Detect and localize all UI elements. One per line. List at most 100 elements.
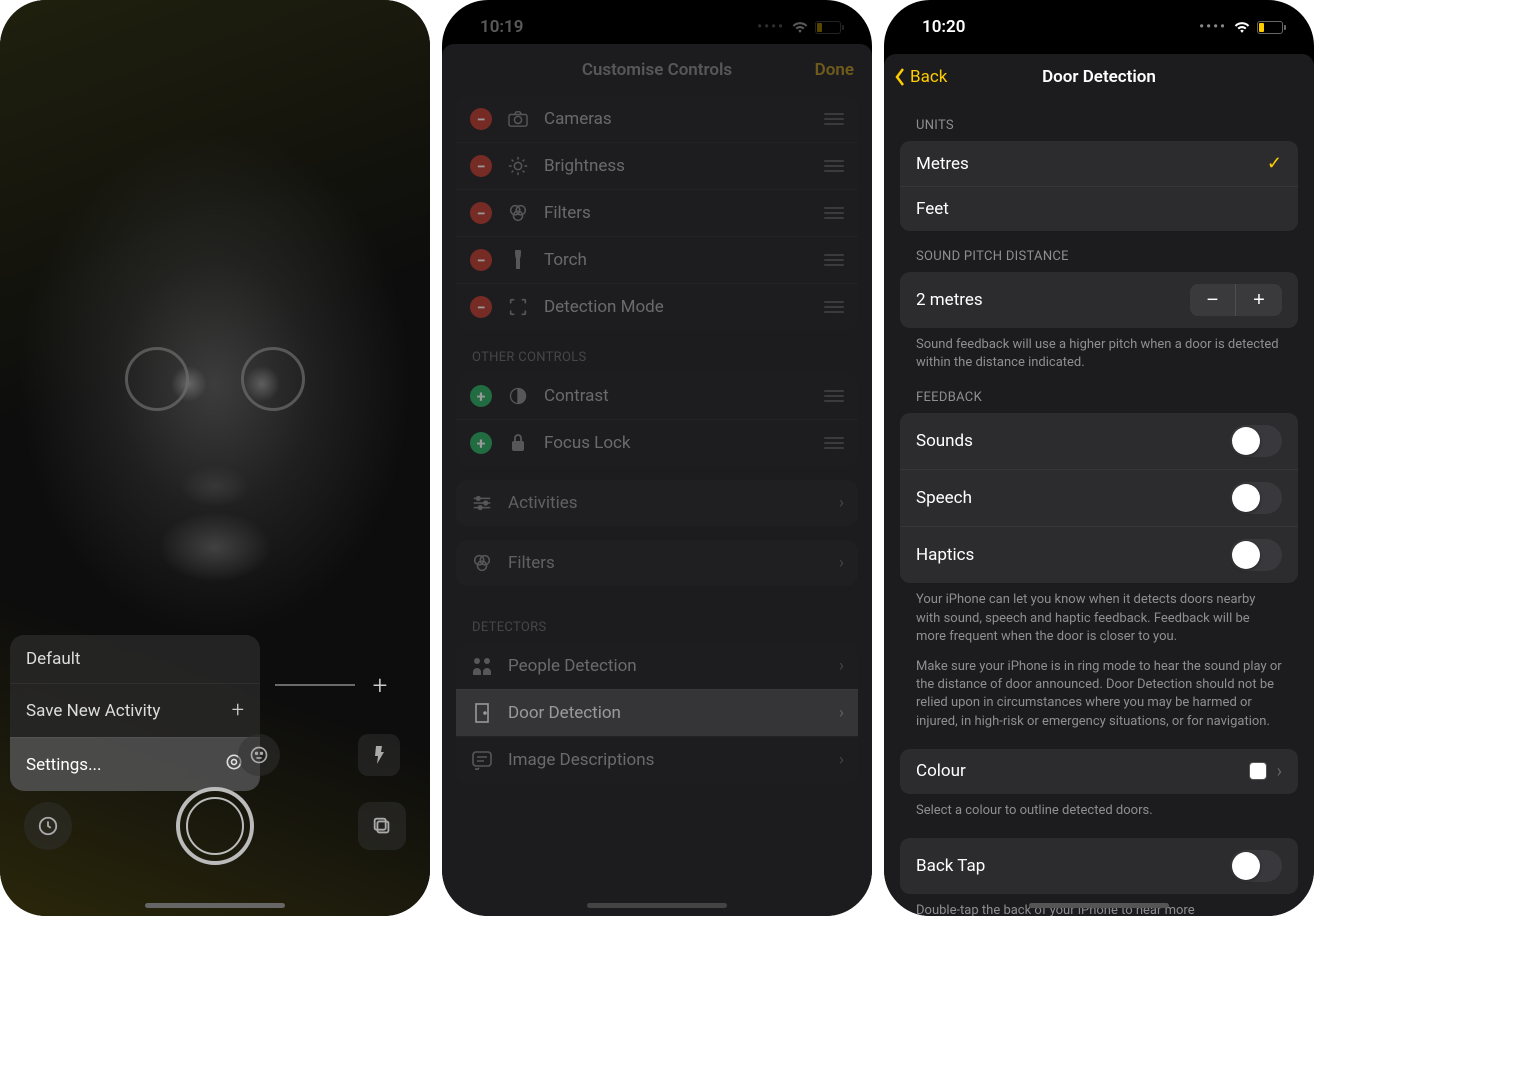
drag-handle-icon[interactable] — [824, 207, 844, 219]
row-label: Haptics — [916, 545, 974, 565]
units-header: UNITS — [884, 100, 1314, 141]
control-row-cameras[interactable]: − Cameras — [456, 96, 858, 142]
sliders-icon — [470, 491, 494, 515]
pitch-header: SOUND PITCH DISTANCE — [884, 231, 1314, 272]
other-controls-header: OTHER CONTROLS — [442, 330, 872, 373]
remove-icon[interactable]: − — [470, 108, 492, 130]
checkmark-icon: ✓ — [1267, 153, 1282, 174]
drag-handle-icon[interactable] — [824, 113, 844, 125]
brightness-icon — [506, 154, 530, 178]
pitch-distance-row: 2 metres − + — [900, 272, 1298, 328]
menu-item-save-new-activity[interactable]: Save New Activity + — [10, 683, 260, 737]
row-label: Back Tap — [916, 856, 985, 876]
control-row-contrast[interactable]: + Contrast — [456, 373, 858, 419]
control-row-focus-lock[interactable]: + Focus Lock — [456, 419, 858, 466]
nav-bar: Back Door Detection — [884, 54, 1314, 100]
camera-icon — [506, 107, 530, 131]
control-row-detection-mode[interactable]: − Detection Mode — [456, 283, 858, 330]
chevron-right-icon: › — [839, 656, 844, 676]
torch-button[interactable] — [358, 734, 400, 776]
control-row-filters[interactable]: − Filters — [456, 189, 858, 236]
people-icon — [470, 654, 494, 678]
bottom-toolbar — [0, 776, 430, 876]
row-label: People Detection — [508, 656, 637, 676]
stepper-minus-button[interactable]: − — [1190, 284, 1236, 316]
control-row-torch[interactable]: − Torch — [456, 236, 858, 283]
back-tap-row: Back Tap — [900, 838, 1298, 894]
drag-handle-icon[interactable] — [824, 437, 844, 449]
included-controls-list: − Cameras − Brightness − Filters − Torc — [456, 96, 858, 330]
chevron-right-icon: › — [839, 703, 844, 723]
row-label: Filters — [508, 553, 555, 573]
row-label: Colour — [916, 761, 966, 781]
feedback-list: Sounds Speech Haptics — [900, 413, 1298, 583]
capture-button[interactable] — [176, 787, 254, 865]
pitch-footer-text: Sound feedback will use a higher pitch w… — [884, 328, 1314, 372]
pitch-value-label: 2 metres — [916, 290, 983, 310]
menu-item-default[interactable]: Default — [10, 635, 260, 683]
back-tap-toggle[interactable] — [1230, 850, 1282, 882]
done-button[interactable]: Done — [815, 60, 854, 80]
add-icon[interactable]: + — [470, 385, 492, 407]
plus-icon: + — [232, 698, 244, 723]
filters-nav-row[interactable]: Filters › — [456, 540, 858, 586]
torch-icon — [506, 248, 530, 272]
row-label: Brightness — [544, 156, 625, 176]
haptics-toggle[interactable] — [1230, 539, 1282, 571]
row-label: Contrast — [544, 386, 609, 406]
distance-stepper: − + — [1190, 284, 1282, 316]
detector-row-people[interactable]: People Detection › — [456, 643, 858, 689]
detector-row-door[interactable]: Door Detection › — [456, 689, 858, 736]
detection-icon — [506, 295, 530, 319]
lock-icon — [506, 431, 530, 455]
row-label: Cameras — [544, 109, 612, 129]
row-label: Image Descriptions — [508, 750, 654, 770]
page-title: Door Detection — [1042, 67, 1156, 87]
cellular-icon: •••• — [757, 19, 785, 35]
drag-handle-icon[interactable] — [824, 390, 844, 402]
other-controls-list: + Contrast + Focus Lock — [456, 373, 858, 466]
zoom-slider-track[interactable] — [275, 684, 355, 686]
door-detection-settings-screen: 10:20 •••• 16 Back Door Detection UNITS … — [884, 0, 1314, 916]
back-button[interactable]: Back — [894, 67, 947, 87]
unit-option-feet[interactable]: Feet — [900, 186, 1298, 231]
drag-handle-icon[interactable] — [824, 301, 844, 313]
chevron-right-icon: › — [839, 493, 844, 513]
sounds-toggle[interactable] — [1230, 425, 1282, 457]
home-indicator[interactable] — [145, 903, 285, 908]
control-row-brightness[interactable]: − Brightness — [456, 142, 858, 189]
home-indicator[interactable] — [587, 903, 727, 908]
status-time: 10:20 — [922, 17, 965, 37]
option-label: Feet — [916, 199, 949, 219]
magnifier-camera-screen: + Default Save New Activity + Settings..… — [0, 0, 430, 916]
zoom-plus-button[interactable]: + — [360, 666, 400, 706]
wifi-icon — [1233, 20, 1251, 34]
colour-footer: Select a colour to outline detected door… — [884, 794, 1314, 820]
detection-face-button[interactable] — [238, 734, 280, 776]
multi-capture-button[interactable] — [358, 802, 406, 850]
remove-icon[interactable]: − — [470, 249, 492, 271]
add-icon[interactable]: + — [470, 432, 492, 454]
contrast-icon — [506, 384, 530, 408]
filters-icon — [470, 551, 494, 575]
speech-toggle[interactable] — [1230, 482, 1282, 514]
sheet-nav-bar: Customise Controls Done — [442, 44, 872, 96]
detectors-header: DETECTORS — [442, 600, 872, 643]
activities-row[interactable]: Activities › — [456, 480, 858, 526]
feedback-header: FEEDBACK — [884, 372, 1314, 413]
remove-icon[interactable]: − — [470, 202, 492, 224]
sheet-title: Customise Controls — [582, 60, 732, 80]
home-indicator[interactable] — [1029, 903, 1169, 908]
colour-row[interactable]: Colour › — [900, 749, 1298, 794]
drag-handle-icon[interactable] — [824, 160, 844, 172]
stepper-plus-button[interactable]: + — [1236, 284, 1282, 316]
remove-icon[interactable]: − — [470, 296, 492, 318]
unit-option-metres[interactable]: Metres ✓ — [900, 141, 1298, 186]
drag-handle-icon[interactable] — [824, 254, 844, 266]
menu-item-label: Settings... — [26, 755, 102, 775]
remove-icon[interactable]: − — [470, 155, 492, 177]
detector-row-image-descriptions[interactable]: Image Descriptions › — [456, 736, 858, 783]
feedback-footer-2: Make sure your iPhone is in ring mode to… — [884, 646, 1314, 731]
activities-button[interactable] — [24, 802, 72, 850]
customise-controls-screen: 10:19 •••• 16 Customise Controls Done − … — [442, 0, 872, 916]
